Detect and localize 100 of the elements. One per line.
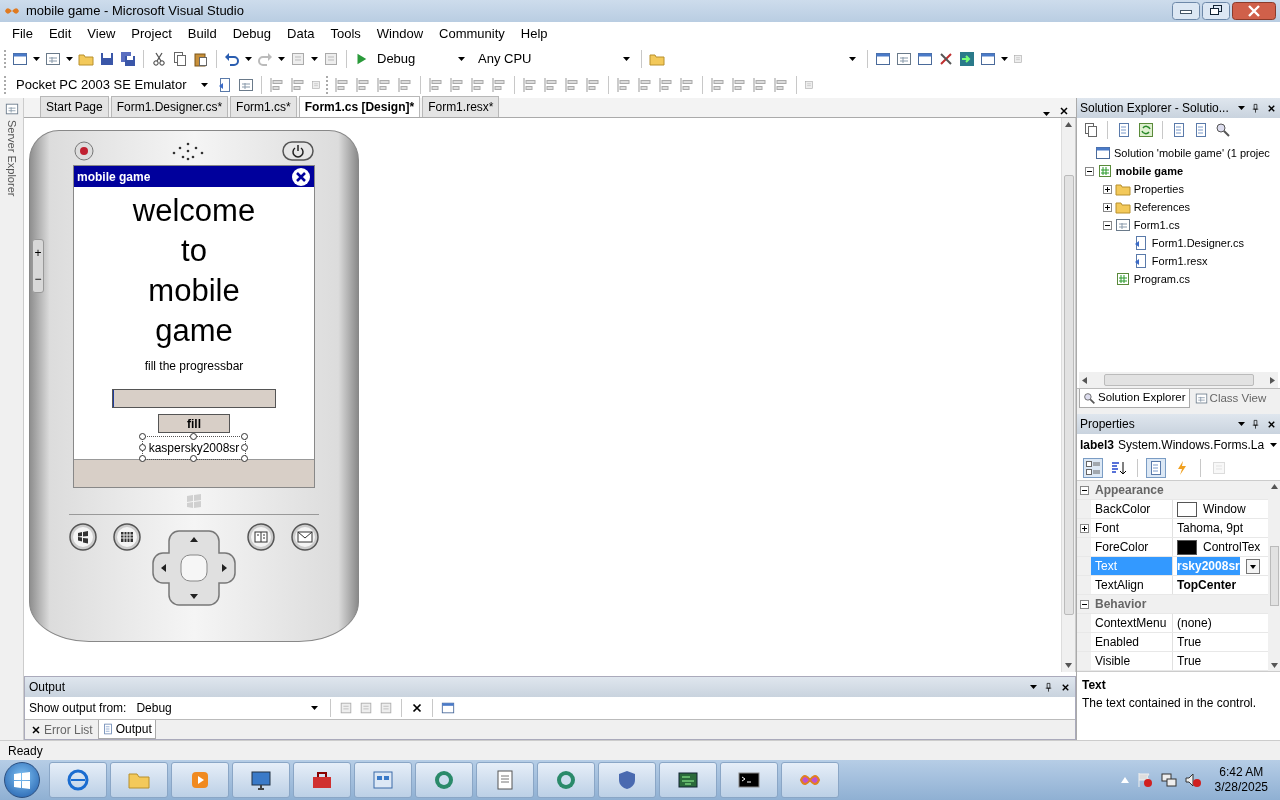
document-icon[interactable]: [1193, 122, 1209, 138]
property-name[interactable]: ContextMenu: [1091, 614, 1173, 632]
expand-icon[interactable]: [1079, 523, 1089, 533]
property-name[interactable]: Visible: [1091, 652, 1173, 670]
horizontal-scrollbar[interactable]: [1079, 372, 1278, 388]
window-icon[interactable]: [12, 51, 28, 67]
menu-item[interactable]: Data: [279, 24, 323, 44]
vertical-scrollbar[interactable]: [1268, 481, 1280, 671]
record-button[interactable]: [74, 141, 94, 161]
grid-window-icon[interactable]: [45, 51, 61, 67]
document-icon[interactable]: [1171, 122, 1187, 138]
panel-tab[interactable]: Error List: [27, 720, 96, 739]
network-icon[interactable]: [1160, 772, 1177, 788]
property-name[interactable]: Enabled: [1091, 633, 1173, 651]
property-name[interactable]: BackColor: [1091, 500, 1173, 518]
caret-icon[interactable]: [1238, 421, 1245, 427]
property-name[interactable]: ForeColor: [1091, 538, 1173, 556]
property-value[interactable]: ControlTex: [1203, 538, 1261, 556]
property-value[interactable]: (none): [1177, 614, 1212, 632]
magnifier-icon[interactable]: [1215, 122, 1231, 138]
caret-icon[interactable]: [278, 56, 285, 62]
expand-icon[interactable]: [1102, 184, 1112, 194]
menu-item[interactable]: Tools: [322, 24, 369, 44]
expand-icon[interactable]: [1102, 202, 1112, 212]
window-icon[interactable]: [875, 51, 891, 67]
window-icon[interactable]: [980, 51, 996, 67]
property-value[interactable]: Tahoma, 9pt: [1177, 519, 1244, 537]
panel-tab[interactable]: Class View: [1191, 389, 1270, 408]
envelope-key[interactable]: [291, 523, 319, 551]
document-tab[interactable]: Form1.cs*: [230, 96, 297, 117]
speaker-icon[interactable]: [1184, 772, 1201, 788]
dropdown-button[interactable]: [1245, 558, 1260, 574]
property-value[interactable]: True: [1177, 633, 1202, 651]
right-arrow-icon[interactable]: [1270, 376, 1275, 384]
menu-item[interactable]: Window: [368, 24, 432, 44]
document-tab[interactable]: Form1.resx*: [422, 96, 500, 117]
tree-item[interactable]: Form1.cs: [1133, 216, 1180, 234]
property-value[interactable]: Window: [1203, 500, 1246, 518]
refresh-icon[interactable]: [1138, 122, 1154, 138]
window-icon[interactable]: [896, 51, 912, 67]
power-button[interactable]: [282, 141, 314, 161]
close-button[interactable]: [1232, 2, 1276, 20]
caret-icon[interactable]: [245, 56, 252, 62]
tree-item[interactable]: Program.cs: [1133, 270, 1191, 288]
caret-icon[interactable]: [1030, 684, 1037, 690]
start-button[interactable]: [4, 762, 40, 798]
list-icon[interactable]: [1148, 460, 1164, 476]
side-tab[interactable]: Server Explorer: [3, 118, 20, 199]
document-tab[interactable]: Start Page: [40, 96, 109, 117]
property-name[interactable]: TextAlign: [1091, 576, 1173, 594]
selected-label[interactable]: kaspersky2008sr: [148, 441, 240, 455]
pin-icon[interactable]: [1250, 418, 1261, 430]
caret-icon[interactable]: [1001, 56, 1008, 62]
undo-icon[interactable]: [224, 51, 240, 67]
tree-item[interactable]: mobile game: [1115, 162, 1184, 180]
menu-item[interactable]: Edit: [40, 24, 80, 44]
panel-tab[interactable]: Solution Explorer: [1079, 389, 1190, 408]
menu-item[interactable]: Debug: [224, 24, 279, 44]
tools-icon[interactable]: [938, 51, 954, 67]
flag-icon[interactable]: [1136, 772, 1153, 788]
minimize-button[interactable]: [1172, 2, 1200, 20]
caret-icon[interactable]: [1238, 105, 1245, 111]
menu-item[interactable]: Project: [123, 24, 180, 44]
pin-icon[interactable]: [1250, 102, 1261, 114]
tree-item[interactable]: Solution 'mobile game' (1 projec: [1114, 144, 1270, 162]
menu-item[interactable]: Community: [431, 24, 513, 44]
fill-button[interactable]: fill: [158, 414, 230, 433]
scissors-icon[interactable]: [151, 51, 167, 67]
vertical-scrollbar[interactable]: [1061, 118, 1075, 672]
restore-button[interactable]: [1202, 2, 1230, 20]
clock-time[interactable]: 6:42 AM: [1214, 765, 1268, 780]
property-name[interactable]: Font: [1091, 519, 1173, 537]
window-icon[interactable]: [238, 77, 254, 93]
clipboard-icon[interactable]: [193, 51, 209, 67]
collapse-icon[interactable]: [1079, 599, 1089, 609]
scrollbar-thumb[interactable]: [1269, 546, 1279, 606]
panel-tab[interactable]: Output: [97, 720, 156, 739]
down-arrow-icon[interactable]: [1065, 663, 1072, 668]
menu-item[interactable]: Build: [179, 24, 225, 44]
floppy-disks-icon[interactable]: [120, 51, 136, 67]
up-arrow-icon[interactable]: [1065, 122, 1072, 127]
caret-icon[interactable]: [66, 56, 73, 62]
sort-az-icon[interactable]: [1111, 460, 1127, 476]
tree-item[interactable]: Properties: [1133, 180, 1184, 198]
scrollbar-thumb[interactable]: [1063, 175, 1074, 615]
left-arrow-icon[interactable]: [1082, 376, 1087, 384]
resize-handle[interactable]: [190, 433, 197, 440]
contacts-key[interactable]: [247, 523, 275, 551]
document-tab[interactable]: Form1.Designer.cs*: [110, 96, 229, 117]
document-tab[interactable]: Form1.cs [Design]*: [298, 96, 421, 117]
categorized-icon[interactable]: [1085, 460, 1101, 476]
down-arrow-icon[interactable]: [1270, 663, 1278, 668]
tree-item[interactable]: Form1.Designer.cs: [1151, 234, 1245, 252]
volume-rocker[interactable]: + −: [32, 239, 44, 293]
menu-item[interactable]: View: [79, 24, 124, 44]
navigation-pad[interactable]: [149, 527, 239, 609]
clock-date[interactable]: 3/28/2025: [1214, 780, 1268, 795]
window-icon[interactable]: [917, 51, 933, 67]
property-value[interactable]: True: [1177, 652, 1202, 670]
document-icon[interactable]: [1116, 122, 1132, 138]
